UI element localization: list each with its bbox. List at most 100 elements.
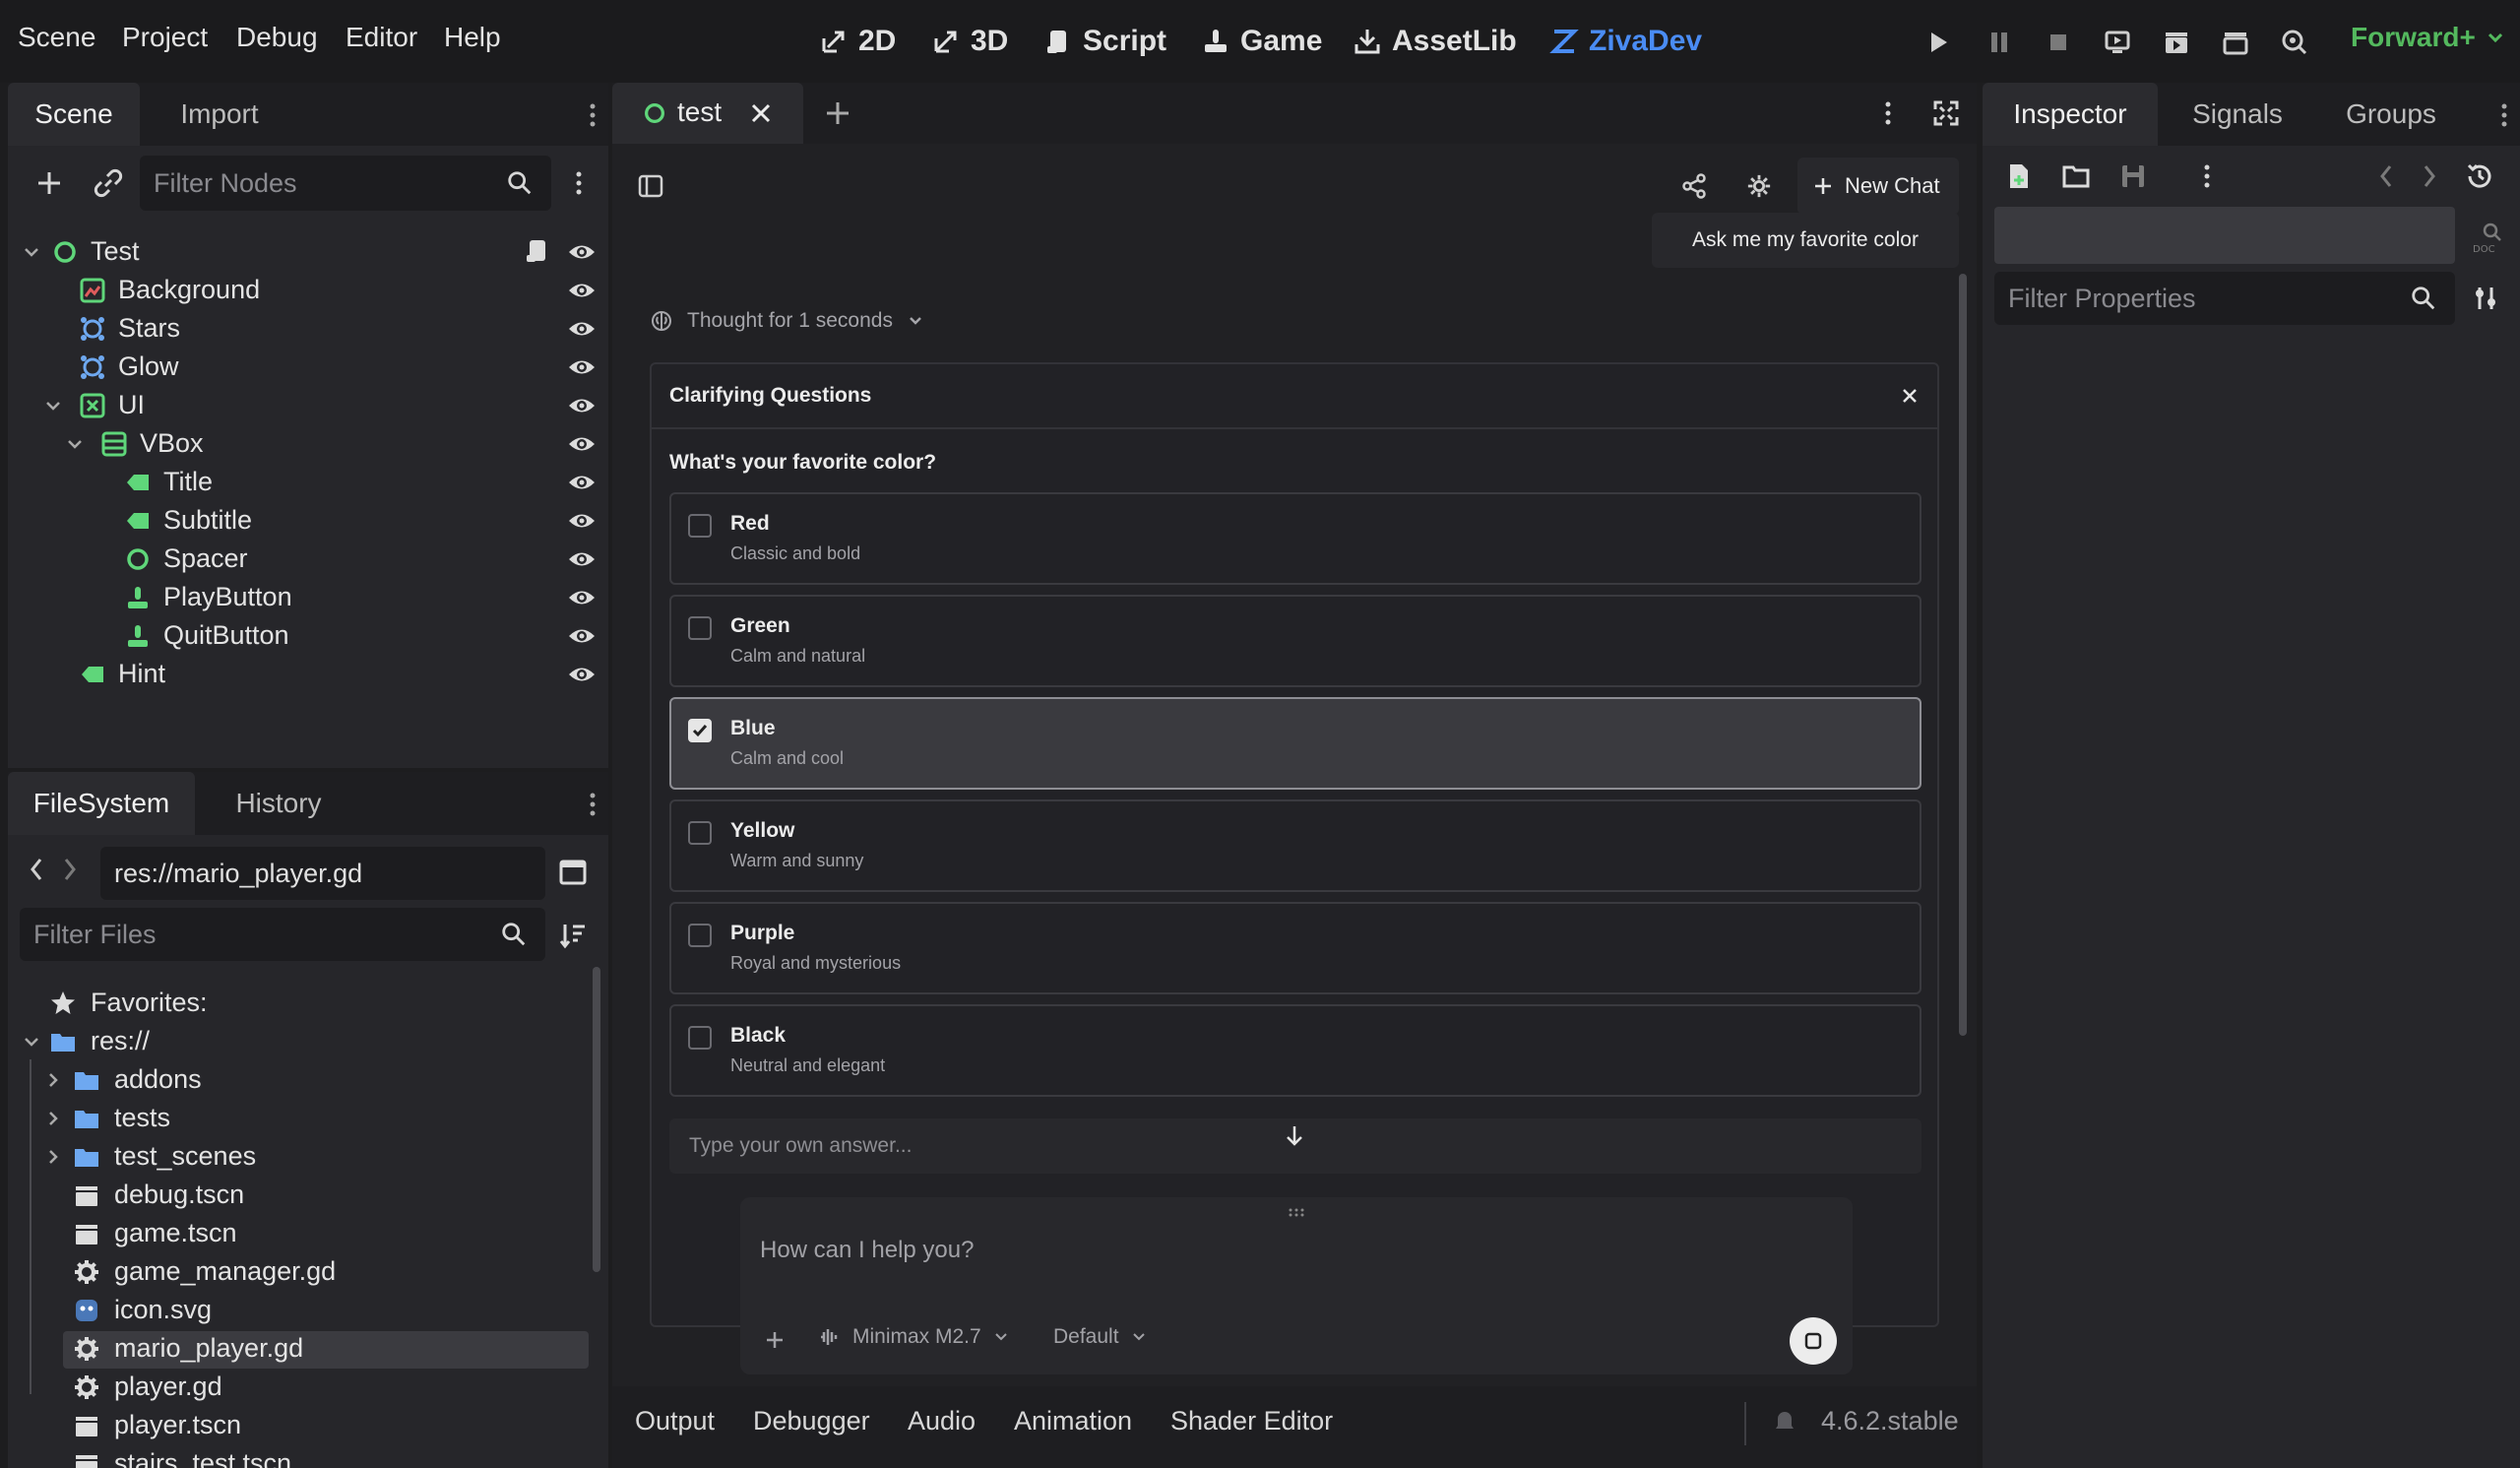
- forward-button[interactable]: [59, 855, 81, 884]
- eye-icon[interactable]: [567, 237, 597, 267]
- eye-icon[interactable]: [567, 391, 597, 420]
- new-resource-icon[interactable]: [2004, 161, 2034, 191]
- eye-icon[interactable]: [567, 621, 597, 651]
- thought-toggle[interactable]: Thought for 1 seconds: [650, 309, 924, 333]
- chevron-left-icon[interactable]: [2376, 161, 2396, 191]
- mode-select[interactable]: Default: [1053, 1325, 1147, 1349]
- chevron-right-icon[interactable]: [43, 1070, 63, 1090]
- filesystem-scrollbar[interactable]: [593, 967, 600, 1272]
- chevron-right-icon[interactable]: [43, 1147, 63, 1167]
- eye-icon[interactable]: [567, 544, 597, 574]
- stop-generation-button[interactable]: [1790, 1317, 1837, 1365]
- movie-maker-button[interactable]: [2278, 26, 2311, 59]
- file-icon-svg[interactable]: icon.svg: [73, 1291, 212, 1329]
- eye-icon[interactable]: [567, 506, 597, 536]
- workspace-zivadev-button[interactable]: ZivaDev: [1549, 18, 1702, 65]
- filesystem-dock-menu-button[interactable]: [583, 790, 602, 819]
- folder-tests[interactable]: tests: [73, 1099, 170, 1137]
- file-stairs-test-tscn[interactable]: stairs_test.tscn: [73, 1444, 291, 1468]
- eye-icon[interactable]: [567, 276, 597, 305]
- sort-button[interactable]: [555, 918, 591, 953]
- tab-debugger[interactable]: Debugger: [753, 1406, 870, 1436]
- scene-dock-menu-button[interactable]: [583, 100, 602, 130]
- renderer-select[interactable]: Forward+: [2351, 22, 2505, 53]
- tab-inspector[interactable]: Inspector: [1983, 83, 2158, 146]
- object-selector[interactable]: [1994, 207, 2455, 264]
- close-icon[interactable]: [748, 100, 774, 126]
- chevron-down-icon[interactable]: [65, 434, 85, 454]
- tab-animation[interactable]: Animation: [1014, 1406, 1132, 1436]
- eye-icon[interactable]: [567, 314, 597, 344]
- workspace-2d-button[interactable]: 2D: [819, 18, 896, 65]
- checkbox[interactable]: [688, 616, 712, 640]
- new-chat-button[interactable]: New Chat: [1797, 158, 1959, 215]
- remote-debug-button[interactable]: [2101, 26, 2134, 59]
- folder-addons[interactable]: addons: [73, 1060, 202, 1099]
- option-green[interactable]: Green Calm and natural: [669, 595, 1922, 687]
- attach-plus-icon[interactable]: [764, 1329, 786, 1351]
- eye-icon[interactable]: [567, 429, 597, 459]
- history-icon[interactable]: [2465, 161, 2494, 191]
- chevron-down-icon[interactable]: [22, 242, 41, 262]
- menu-editor[interactable]: Editor: [346, 22, 417, 53]
- model-select[interactable]: Minimax M2.7: [819, 1325, 1009, 1349]
- tree-node-title[interactable]: Title: [124, 463, 213, 501]
- checkbox[interactable]: [688, 924, 712, 947]
- workspace-script-button[interactable]: Script: [1043, 18, 1166, 65]
- file-debug-tscn[interactable]: debug.tscn: [73, 1176, 244, 1214]
- menu-project[interactable]: Project: [122, 22, 208, 53]
- workspace-3d-button[interactable]: 3D: [931, 18, 1008, 65]
- workspace-assetlib-button[interactable]: AssetLib: [1353, 18, 1517, 65]
- pause-button[interactable]: [1983, 26, 2016, 59]
- stop-button[interactable]: [2042, 26, 2075, 59]
- tree-node-test[interactable]: Test: [51, 232, 140, 271]
- instantiate-scene-button[interactable]: [89, 163, 128, 203]
- save-icon[interactable]: [2118, 161, 2148, 191]
- tree-node-subtitle[interactable]: Subtitle: [124, 501, 252, 540]
- bell-icon[interactable]: [1772, 1408, 1797, 1434]
- tree-node-hint[interactable]: Hint: [79, 655, 165, 693]
- menu-help[interactable]: Help: [444, 22, 501, 53]
- kebab-icon[interactable]: [2197, 161, 2217, 191]
- tree-node-spacer[interactable]: Spacer: [124, 540, 248, 578]
- chevron-right-icon[interactable]: [2420, 161, 2439, 191]
- tab-signals[interactable]: Signals: [2164, 83, 2311, 146]
- eye-icon[interactable]: [567, 660, 597, 689]
- tab-filesystem[interactable]: FileSystem: [8, 772, 195, 835]
- close-icon[interactable]: [1900, 386, 1920, 406]
- fullscreen-icon[interactable]: [1931, 98, 1961, 128]
- chevron-down-icon[interactable]: [22, 1032, 41, 1052]
- kebab-icon[interactable]: [2494, 100, 2514, 130]
- share-icon[interactable]: [1681, 173, 1707, 199]
- file-game-manager-gd[interactable]: game_manager.gd: [73, 1252, 336, 1291]
- eye-icon[interactable]: [567, 352, 597, 382]
- tab-test[interactable]: test: [612, 83, 803, 144]
- tab-import[interactable]: Import: [154, 83, 285, 146]
- tree-node-vbox[interactable]: VBox: [100, 424, 204, 463]
- folder-res[interactable]: res://: [49, 1022, 150, 1060]
- kebab-icon[interactable]: [1878, 98, 1898, 128]
- filter-files-input[interactable]: Filter Files: [20, 908, 545, 961]
- settings-icon[interactable]: [1746, 173, 1772, 199]
- chat-scrollbar[interactable]: [1959, 274, 1967, 1036]
- add-node-button[interactable]: [30, 163, 69, 203]
- run-specific-scene-button[interactable]: [2219, 26, 2252, 59]
- path-input[interactable]: res://mario_player.gd: [100, 847, 545, 900]
- tab-audio[interactable]: Audio: [908, 1406, 976, 1436]
- file-game-tscn[interactable]: game.tscn: [73, 1214, 237, 1252]
- tree-node-glow[interactable]: Glow: [79, 348, 179, 386]
- tree-node-background[interactable]: Background: [79, 271, 260, 309]
- menu-scene[interactable]: Scene: [18, 22, 95, 53]
- script-attached-icon[interactable]: [522, 236, 551, 266]
- run-project-button[interactable]: [1922, 26, 1955, 59]
- option-purple[interactable]: Purple Royal and mysterious: [669, 902, 1922, 994]
- chevron-right-icon[interactable]: [43, 1109, 63, 1128]
- add-tab-icon[interactable]: [823, 98, 852, 128]
- tab-shader-editor[interactable]: Shader Editor: [1170, 1406, 1333, 1436]
- chevron-down-icon[interactable]: [43, 396, 63, 415]
- file-player-tscn[interactable]: player.tscn: [73, 1406, 241, 1444]
- open-folder-icon[interactable]: [2061, 161, 2091, 191]
- drag-handle-icon[interactable]: [1287, 1207, 1306, 1217]
- file-mario-player-gd[interactable]: mario_player.gd: [73, 1329, 303, 1368]
- checkbox-checked[interactable]: [688, 719, 712, 742]
